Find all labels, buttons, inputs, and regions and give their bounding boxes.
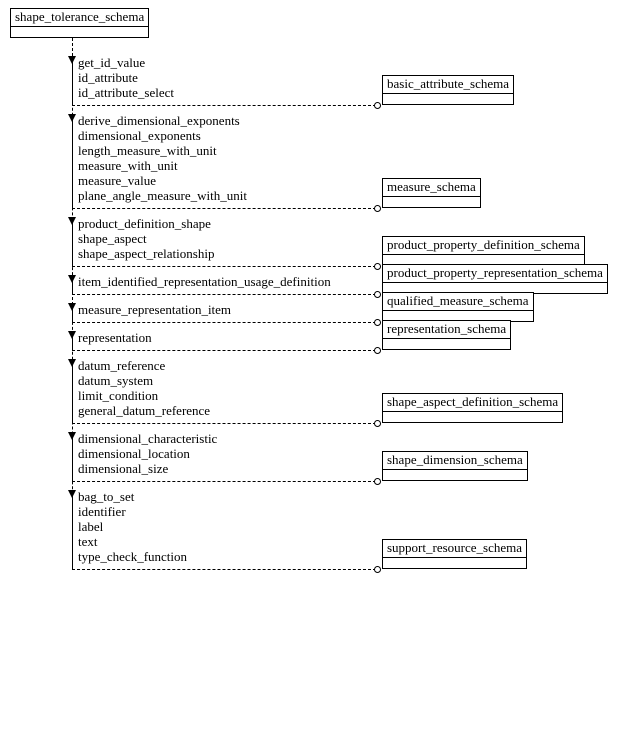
imported-items-list: datum_referencedatum_systemlimit_conditi…	[78, 359, 210, 419]
imported-item: type_check_function	[78, 550, 187, 565]
dependency-connector	[72, 294, 376, 295]
target-schema-box: shape_dimension_schema	[382, 451, 528, 481]
target-schema-box: product_property_representation_schema	[382, 264, 608, 294]
imported-item: dimensional_exponents	[78, 129, 247, 144]
imported-item: dimensional_size	[78, 462, 217, 477]
root-schema-title: shape_tolerance_schema	[11, 9, 148, 27]
dependency-connector	[72, 350, 376, 351]
target-schema-box: representation_schema	[382, 320, 511, 350]
imported-item: dimensional_location	[78, 447, 217, 462]
imported-item: measure_representation_item	[78, 303, 231, 318]
dependency-arrow-shaft	[72, 120, 73, 208]
target-schema-title: qualified_measure_schema	[383, 293, 533, 311]
imported-item: product_definition_shape	[78, 217, 214, 232]
connector-endpoint-circle	[374, 420, 381, 427]
target-schema-box: measure_schema	[382, 178, 481, 208]
target-schema-box: qualified_measure_schema	[382, 292, 534, 322]
imported-item: dimensional_characteristic	[78, 432, 217, 447]
imported-item: datum_reference	[78, 359, 210, 374]
connector-endpoint-circle	[374, 478, 381, 485]
imported-item: identifier	[78, 505, 187, 520]
dependency-arrow-shaft	[72, 337, 73, 350]
imported-item: length_measure_with_unit	[78, 144, 247, 159]
imported-item: item_identified_representation_usage_def…	[78, 275, 331, 290]
target-schema-title: representation_schema	[383, 321, 510, 339]
imported-item: bag_to_set	[78, 490, 187, 505]
imported-item: representation	[78, 331, 152, 346]
connector-endpoint-circle	[374, 102, 381, 109]
imported-items-list: dimensional_characteristicdimensional_lo…	[78, 432, 217, 477]
dependency-arrow-shaft	[72, 281, 73, 294]
imported-item: datum_system	[78, 374, 210, 389]
dependency-connector	[72, 322, 376, 323]
dependency-connector	[72, 208, 376, 209]
imported-items-list: representation	[78, 331, 152, 346]
connector-endpoint-circle	[374, 205, 381, 212]
target-schema-box: support_resource_schema	[382, 539, 527, 569]
imported-item: text	[78, 535, 187, 550]
dependency-connector	[72, 481, 376, 482]
imported-item: id_attribute	[78, 71, 174, 86]
imported-item: derive_dimensional_exponents	[78, 114, 247, 129]
dependency-arrow-shaft	[72, 438, 73, 481]
target-schema-title: product_property_representation_schema	[383, 265, 607, 283]
connector-endpoint-circle	[374, 263, 381, 270]
target-schema-box: shape_aspect_definition_schema	[382, 393, 563, 423]
connector-endpoint-circle	[374, 347, 381, 354]
dependency-arrow-shaft	[72, 62, 73, 105]
target-schema-title: basic_attribute_schema	[383, 76, 513, 94]
imported-items-list: measure_representation_item	[78, 303, 231, 318]
dependency-connector	[72, 423, 376, 424]
diagram-canvas: shape_tolerance_schemaget_id_valueid_att…	[0, 0, 629, 741]
dependency-arrow-shaft	[72, 223, 73, 266]
target-schema-title: support_resource_schema	[383, 540, 526, 558]
imported-items-list: derive_dimensional_exponentsdimensional_…	[78, 114, 247, 204]
dependency-arrow-shaft	[72, 496, 73, 569]
dependency-arrow-shaft	[72, 309, 73, 322]
imported-item: id_attribute_select	[78, 86, 174, 101]
dependency-connector	[72, 569, 376, 570]
root-schema-box: shape_tolerance_schema	[10, 8, 149, 38]
target-schema-title: shape_dimension_schema	[383, 452, 527, 470]
imported-items-list: get_id_valueid_attributeid_attribute_sel…	[78, 56, 174, 101]
imported-items-list: bag_to_setidentifierlabeltexttype_check_…	[78, 490, 187, 565]
target-schema-title: product_property_definition_schema	[383, 237, 584, 255]
target-schema-title: measure_schema	[383, 179, 480, 197]
imported-items-list: item_identified_representation_usage_def…	[78, 275, 331, 290]
imported-item: label	[78, 520, 187, 535]
imported-item: measure_value	[78, 174, 247, 189]
imported-item: plane_angle_measure_with_unit	[78, 189, 247, 204]
dependency-connector	[72, 105, 376, 106]
imported-item: shape_aspect_relationship	[78, 247, 214, 262]
connector-endpoint-circle	[374, 566, 381, 573]
connector-endpoint-circle	[374, 319, 381, 326]
imported-items-list: product_definition_shapeshape_aspectshap…	[78, 217, 214, 262]
target-schema-title: shape_aspect_definition_schema	[383, 394, 562, 412]
imported-item: get_id_value	[78, 56, 174, 71]
target-schema-box: product_property_definition_schema	[382, 236, 585, 266]
connector-endpoint-circle	[374, 291, 381, 298]
imported-item: general_datum_reference	[78, 404, 210, 419]
dependency-arrow-shaft	[72, 365, 73, 423]
imported-item: limit_condition	[78, 389, 210, 404]
imported-item: measure_with_unit	[78, 159, 247, 174]
dependency-connector	[72, 266, 376, 267]
target-schema-box: basic_attribute_schema	[382, 75, 514, 105]
imported-item: shape_aspect	[78, 232, 214, 247]
